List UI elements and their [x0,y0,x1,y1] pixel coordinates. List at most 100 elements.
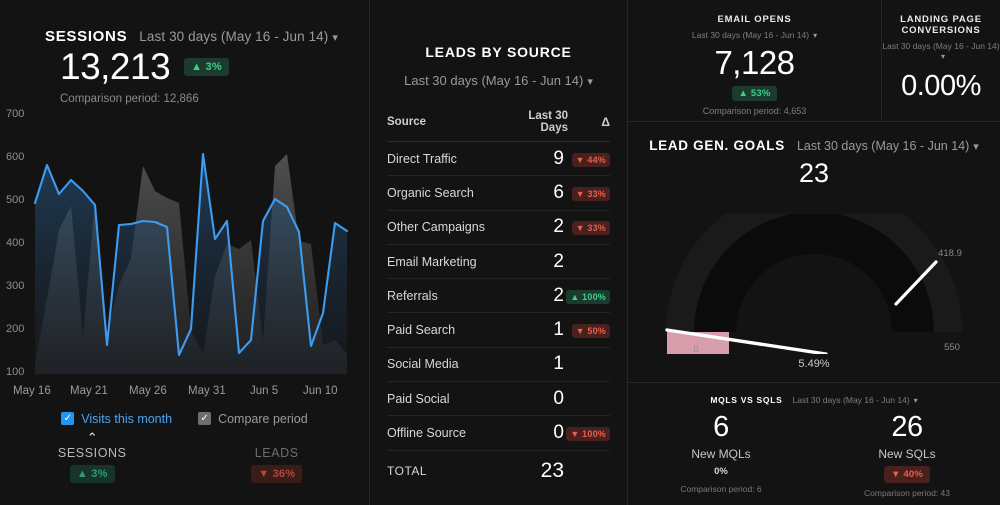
mql-date-range-label: Last 30 days (May 16 - Jun 14) [792,395,910,405]
mql-delta: 0% [714,466,728,477]
chevron-down-icon[interactable]: ▾ [587,75,593,88]
lead-gen-date-range-label: Last 30 days (May 16 - Jun 14) [796,139,970,153]
row-delta: ▼ 100% [564,424,610,442]
leads-table-header: Source Last 30 Days Δ [387,110,610,142]
sessions-delta-badge: ▲ 3% [184,58,229,77]
table-row-total: TOTAL 23 [387,451,610,491]
row-source: Paid Search [387,323,456,338]
lead-gen-header: LEAD GEN. GOALS Last 30 days (May 16 - J… [628,122,1000,153]
legend-item-compare[interactable]: ✓ Compare period [198,412,308,426]
table-row[interactable]: Social Media 1 [387,348,610,383]
row-value: 1 [553,319,564,341]
row-source: Paid Social [387,391,450,406]
chart-area-main [35,153,347,374]
chevron-down-icon[interactable]: ▾ [813,31,817,40]
chart-legend: ✓ Visits this month ✓ Compare period [0,412,369,426]
table-row[interactable]: Email Marketing 2 [387,245,610,280]
x-tick-jun-10: Jun 10 [303,384,338,397]
sql-label: New SQLs [878,447,936,461]
checkbox-compare-period[interactable]: ✓ [198,412,212,426]
status-badge: ▼ 44% [571,152,610,167]
row-value: 0 [553,422,564,444]
footer-kpi-sessions[interactable]: ⌃ SESSIONS ▲ 3% [0,430,185,483]
lead-gen-date-range-selector[interactable]: Last 30 days (May 16 - Jun 14) ▾ [797,139,979,153]
footer-kpi-leads-label: LEADS [254,446,299,460]
checkbox-visits-this-month[interactable]: ✓ [61,412,75,426]
footer-leads-arrow-icon: ▼ [258,468,270,480]
sessions-comparison: Comparison period: 12,866 [60,92,199,105]
row-delta-arrow-icon: ▼ [575,326,585,337]
row-delta-value: 50% [587,326,606,337]
email-opens-delta-badge: ▲ 53% [732,86,777,101]
sql-comparison: Comparison period: 43 [864,488,950,498]
table-row[interactable]: Organic Search 6 ▼ 33% [387,176,610,211]
landing-page-date-range-selector[interactable]: Last 30 days (May 16 - Jun 14)▾ [882,41,1000,61]
mql-label: New MQLs [691,447,751,461]
status-badge: ▲ 100% [566,289,610,304]
email-opens-date-range-label: Last 30 days (May 16 - Jun 14) [691,30,810,40]
lead-gen-gauge[interactable]: 0 550 418.9 5.49% [634,214,994,354]
table-row[interactable]: Paid Social 0 [387,382,610,417]
mql-date-range-selector[interactable]: Last 30 days (May 16 - Jun 14) ▾ [792,395,917,405]
row-delta: ▼ 33% [564,218,610,236]
legend-label-visits: Visits this month [81,411,173,426]
email-opens-value: 7,128 [714,44,795,81]
right-top-tiles: EMAIL OPENS Last 30 days (May 16 - Jun 1… [628,0,1000,122]
table-row[interactable]: Direct Traffic 9 ▼ 44% [387,142,610,177]
footer-kpi-sessions-badge: ▲ 3% [69,465,115,483]
row-source: Email Marketing [387,254,477,269]
landing-page-title: LANDING PAGE CONVERSIONS [900,14,982,36]
total-value: 23 [540,458,564,482]
sql-delta-value: 40% [903,469,924,480]
mql-comparison: Comparison period: 6 [680,484,762,494]
sessions-chart[interactable]: 700 600 500 400 300 200 100 May 16 May 2… [0,108,370,397]
email-opens-date-range-selector[interactable]: Last 30 days (May 16 - Jun 14) ▾ [628,30,881,40]
lead-gen-title: LEAD GEN. GOALS [649,138,785,153]
y-tick-500: 500 [6,193,25,206]
row-delta-arrow-icon: ▼ [575,223,585,234]
mql-columns: 6 New MQLs 0% Comparison period: 6 26 Ne… [628,411,1000,498]
row-delta-arrow-icon: ▲ [570,291,580,302]
row-value: 6 [553,181,564,203]
chevron-down-icon[interactable]: ▾ [332,31,338,44]
panel-sessions: SESSIONS Last 30 days (May 16 - Jun 14) ▾… [0,0,370,505]
row-source: Social Media [387,357,459,372]
leads-date-range-selector[interactable]: Last 30 days (May 16 - Jun 14) ▾ [387,73,610,88]
status-badge: ▼ 33% [571,221,610,236]
status-badge: ▼ 33% [571,186,610,201]
footer-kpi-leads[interactable]: LEADS ▼ 36% [185,434,370,483]
mql-column-new-mqls[interactable]: 6 New MQLs 0% Comparison period: 6 [628,411,814,498]
status-badge: ▼ 100% [566,427,610,442]
y-tick-300: 300 [6,279,25,292]
sql-value: 26 [891,411,923,443]
chevron-down-icon[interactable]: ▾ [973,140,979,153]
mql-value: 6 [713,411,729,443]
sessions-date-range-label: Last 30 days (May 16 - Jun 14) [139,29,329,44]
status-badge: ▼ 50% [571,324,610,339]
chevron-up-icon: ⌃ [86,430,98,445]
mql-column-new-sqls[interactable]: 26 New SQLs ▼ 40% Comparison period: 43 [814,411,1000,498]
sessions-date-range-selector[interactable]: Last 30 days (May 16 - Jun 14) ▾ [139,29,338,44]
table-row[interactable]: Offline Source 0 ▼ 100% [387,416,610,451]
landing-page-value: 0.00% [901,70,981,102]
email-opens-title: EMAIL OPENS [717,14,792,25]
chevron-down-icon[interactable]: ▾ [914,396,918,405]
row-source: Direct Traffic [387,151,457,166]
y-tick-400: 400 [6,236,25,249]
table-row[interactable]: Other Campaigns 2 ▼ 33% [387,211,610,245]
panel-landing-page-conversions: LANDING PAGE CONVERSIONS Last 30 days (M… [882,0,1000,121]
table-row[interactable]: Referrals 2 ▲ 100% [387,279,610,314]
sql-delta-arrow-icon: ▼ [890,469,901,480]
leads-date-range-label: Last 30 days (May 16 - Jun 14) [404,73,584,88]
row-value: 2 [553,216,564,238]
footer-kpi-sessions-label: SESSIONS [57,446,127,460]
legend-item-visits[interactable]: ✓ Visits this month [61,412,172,426]
row-delta-value: 44% [587,154,606,165]
footer-sessions-arrow-icon: ▲ [76,468,88,480]
panel-leads-by-source: LEADS BY SOURCE Last 30 days (May 16 - J… [370,0,628,505]
chevron-down-icon[interactable]: ▾ [941,52,945,61]
gauge-target-label: 418.9 [938,248,962,259]
landing-page-date-range-label: Last 30 days (May 16 - Jun 14) [882,41,1000,51]
footer-leads-spacer [185,434,370,442]
table-row[interactable]: Paid Search 1 ▼ 50% [387,313,610,348]
